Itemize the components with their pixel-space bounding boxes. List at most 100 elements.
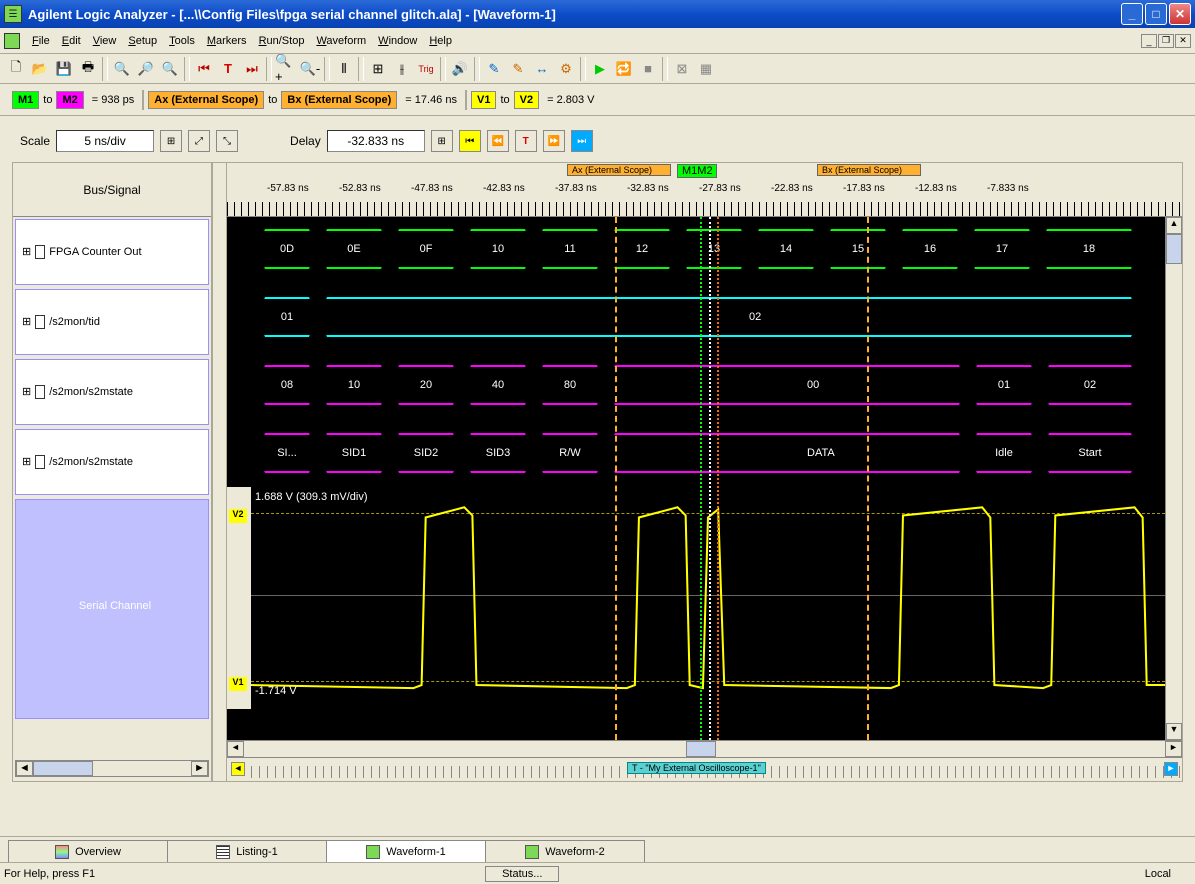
trigger-icon[interactable]: T	[216, 57, 240, 81]
ax-tag[interactable]: Ax (External Scope)	[148, 91, 264, 109]
close-button[interactable]: ✕	[1169, 3, 1191, 25]
menu-file[interactable]: File	[26, 33, 56, 49]
find-next-icon[interactable]: 🔍	[158, 57, 182, 81]
bx-tag[interactable]: Bx (External Scope)	[281, 91, 397, 109]
menu-setup[interactable]: Setup	[122, 33, 163, 49]
zoom-in-icon[interactable]: 🔍+	[274, 57, 298, 81]
menu-edit[interactable]: Edit	[56, 33, 87, 49]
scale-calc-icon[interactable]: ⊞	[160, 130, 182, 152]
status-button[interactable]: Status...	[485, 866, 559, 882]
menu-markers[interactable]: Markers	[201, 33, 253, 49]
scroll-right-icon[interactable]: ►	[191, 761, 208, 776]
menu-runstop[interactable]: Run/Stop	[253, 33, 311, 49]
tool1-icon[interactable]: ⊞	[366, 57, 390, 81]
tab-waveform2[interactable]: Waveform-2	[485, 840, 645, 862]
cursor-m2[interactable]	[717, 217, 719, 740]
hscroll-left-icon[interactable]: ◄	[227, 741, 244, 757]
signal-row-1[interactable]: ⊞ /s2mon/tid	[15, 289, 209, 355]
mdi-restore[interactable]: ❐	[1158, 34, 1174, 48]
overview-strip[interactable]: ◄ T - "My External Oscilloscope-1" ►	[227, 757, 1182, 781]
delay-calc-icon[interactable]: ⊞	[431, 130, 453, 152]
v2-tag[interactable]: V2	[514, 91, 539, 109]
tool2-icon[interactable]: ⫲	[390, 57, 414, 81]
menu-window[interactable]: Window	[372, 33, 423, 49]
strip-ax[interactable]: Ax (External Scope)	[567, 164, 671, 176]
find-prev-icon[interactable]: 🔎	[134, 57, 158, 81]
run-repeat-icon[interactable]: 🔁	[612, 57, 636, 81]
vscroll-up-icon[interactable]: ▲	[1166, 217, 1182, 234]
m2-tag[interactable]: M2	[56, 91, 83, 109]
vscroll-thumb[interactable]	[1166, 234, 1182, 264]
hscroll-right-icon[interactable]: ►	[1165, 741, 1182, 757]
new-icon[interactable]: 🗋	[4, 57, 28, 81]
goto-end-icon[interactable]: ⏭	[240, 57, 264, 81]
menu-tools[interactable]: Tools	[163, 33, 201, 49]
group-icon[interactable]: ⫴	[332, 57, 356, 81]
signal-row-0[interactable]: ⊞ FPGA Counter Out	[15, 219, 209, 285]
waveform-canvas[interactable]: 0D0E0F101112131415161718 0102 0810204080…	[227, 217, 1182, 740]
m1-tag[interactable]: M1	[12, 91, 39, 109]
overview-end-icon[interactable]: ►	[1164, 762, 1178, 776]
delay-prev-icon[interactable]: ⏪	[487, 130, 509, 152]
scroll-left-icon[interactable]: ◄	[16, 761, 33, 776]
save-icon[interactable]: 💾	[52, 57, 76, 81]
menu-app-icon[interactable]	[4, 33, 20, 49]
delay-next-icon[interactable]: ⏩	[543, 130, 565, 152]
maximize-button[interactable]: □	[1145, 3, 1167, 25]
delay-trig-icon[interactable]: T	[515, 130, 537, 152]
zoom-out-icon[interactable]: 🔍-	[298, 57, 322, 81]
signal-row-3[interactable]: ⊞ /s2mon/s2mstate	[15, 429, 209, 495]
hscroll-thumb[interactable]	[686, 741, 716, 757]
mdi-minimize[interactable]: _	[1141, 34, 1157, 48]
menu-waveform[interactable]: Waveform	[310, 33, 372, 49]
overview-start-icon[interactable]: ◄	[231, 762, 245, 776]
goto-start-icon[interactable]: ⏮	[192, 57, 216, 81]
cursor-bx[interactable]	[867, 217, 869, 740]
signal-row-analog[interactable]: Serial Channel	[15, 499, 209, 719]
tab-waveform1[interactable]: Waveform-1	[326, 840, 486, 862]
menu-help[interactable]: Help	[423, 33, 458, 49]
wand3-icon[interactable]: ↔	[530, 57, 554, 81]
menu-view[interactable]: View	[87, 33, 123, 49]
wand2-icon[interactable]: ✎	[506, 57, 530, 81]
cancel-icon[interactable]: ⊠	[670, 57, 694, 81]
run-icon[interactable]: ▶	[588, 57, 612, 81]
signal-hscroll[interactable]: ◄ ►	[15, 760, 209, 777]
minimize-button[interactable]: _	[1121, 3, 1143, 25]
expand-icon[interactable]: ⊞	[22, 245, 31, 259]
cursor-ax[interactable]	[615, 217, 617, 740]
pref-icon[interactable]: ▦	[694, 57, 718, 81]
print-icon[interactable]: 🖶	[76, 57, 100, 81]
strip-bx[interactable]: Bx (External Scope)	[817, 164, 921, 176]
speaker-icon[interactable]: 🔊	[448, 57, 472, 81]
expand-icon[interactable]: ⊞	[22, 315, 31, 329]
cursor-m1[interactable]	[700, 217, 702, 740]
delay-input[interactable]	[327, 130, 425, 152]
splitter[interactable]	[213, 163, 227, 781]
scale-zoomin-icon[interactable]: ⤡	[216, 130, 238, 152]
v1-label[interactable]: V1	[229, 677, 247, 691]
time-ruler[interactable]: -57.83 ns-52.83 ns-47.83 ns-42.83 ns-37.…	[227, 181, 1182, 217]
wand1-icon[interactable]: ✎	[482, 57, 506, 81]
expand-icon[interactable]: ⊞	[22, 385, 31, 399]
tab-overview[interactable]: Overview	[8, 840, 168, 862]
delay-end-icon[interactable]: ⏭	[571, 130, 593, 152]
cursor-trigger[interactable]	[709, 217, 711, 740]
scale-input[interactable]	[56, 130, 154, 152]
expand-icon[interactable]: ⊞	[22, 455, 31, 469]
wave-hscroll[interactable]: ◄ ►	[227, 740, 1182, 757]
stop-icon[interactable]: ■	[636, 57, 660, 81]
delay-begin-icon[interactable]: ⏮	[459, 130, 481, 152]
mdi-close[interactable]: ✕	[1175, 34, 1191, 48]
v2-label[interactable]: V2	[229, 509, 247, 523]
open-icon[interactable]: 📂	[28, 57, 52, 81]
scale-zoomout-icon[interactable]: ⤢	[188, 130, 210, 152]
vscroll-down-icon[interactable]: ▼	[1166, 723, 1182, 740]
find-icon[interactable]: 🔍	[110, 57, 134, 81]
signal-row-2[interactable]: ⊞ /s2mon/s2mstate	[15, 359, 209, 425]
tab-listing[interactable]: Listing-1	[167, 840, 327, 862]
wand4-icon[interactable]: ⚙	[554, 57, 578, 81]
strip-m1[interactable]: M1M2	[677, 164, 717, 178]
v1-tag[interactable]: V1	[471, 91, 496, 109]
wave-vscroll[interactable]: ▲ ▼	[1165, 217, 1182, 740]
